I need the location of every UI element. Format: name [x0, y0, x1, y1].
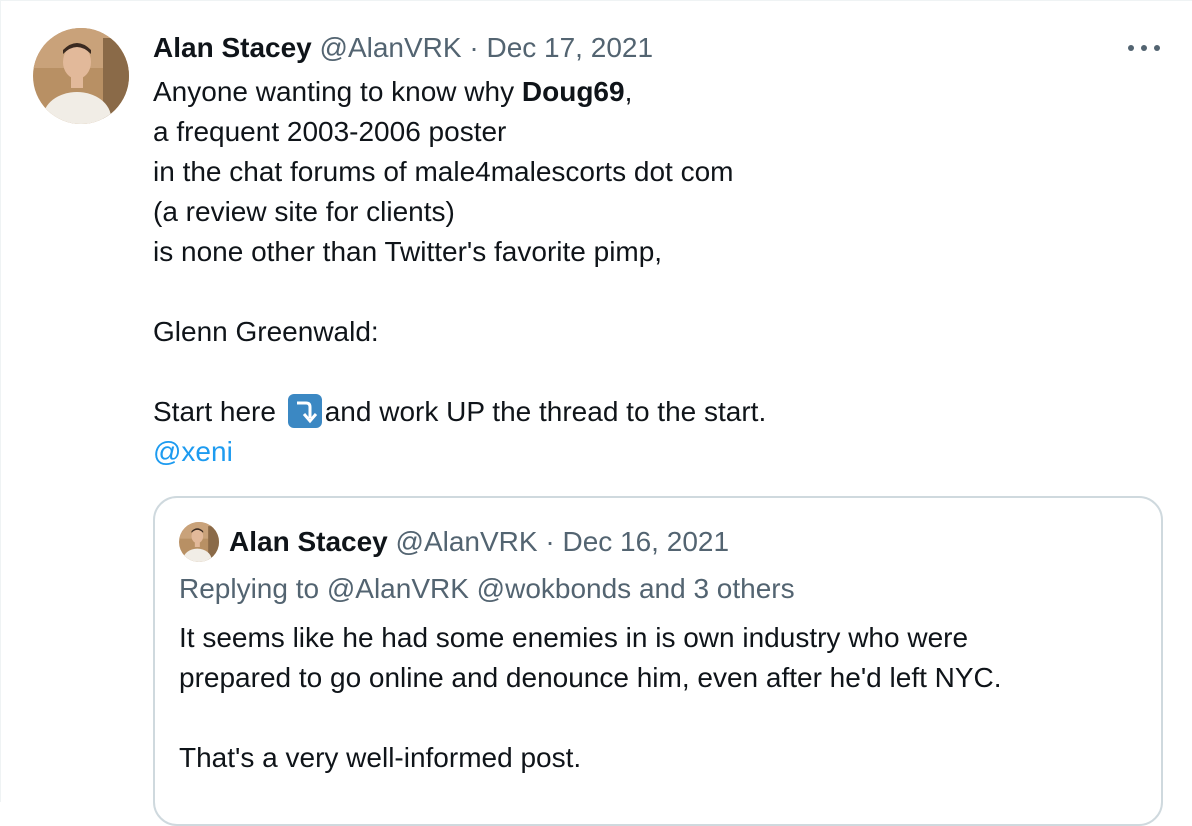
tweet-text-segment: Start here: [153, 396, 284, 427]
tweet-line: a frequent 2003-2006 poster: [153, 116, 507, 147]
tweet-header: Alan Stacey @AlanVRK · Dec 17, 2021: [153, 30, 653, 66]
tweet-line: Start here and work UP the thread to the…: [153, 392, 766, 432]
quoted-author-name: Alan Stacey: [229, 526, 388, 557]
quoted-text: It seems like he had some enemies in is …: [179, 618, 1002, 778]
replying-to: Replying to @AlanVRK @wokbonds and 3 oth…: [179, 573, 795, 604]
quoted-line: It seems like he had some enemies in is …: [179, 622, 969, 653]
quoted-line: prepared to go online and denounce him, …: [179, 662, 1002, 693]
tweet-line: in the chat forums of male4malescorts do…: [153, 156, 734, 187]
avatar[interactable]: [33, 28, 129, 124]
tweet-text-segment: and work UP the thread to the start.: [324, 396, 767, 427]
more-icon: [1128, 45, 1160, 51]
quoted-date: Dec 16, 2021: [562, 526, 730, 557]
tweet-date[interactable]: Dec 17, 2021: [486, 32, 653, 63]
header-separator: ·: [469, 32, 479, 63]
tweet-text-segment: Anyone wanting to know why: [153, 76, 522, 107]
mention-link[interactable]: @xeni: [153, 432, 766, 472]
quoted-tweet[interactable]: Alan Stacey @AlanVRK · Dec 16, 2021 Repl…: [153, 496, 1163, 826]
quoted-line: That's a very well-informed post.: [179, 742, 582, 773]
tweet-line: Glenn Greenwald:: [153, 316, 379, 347]
tweet-text: Anyone wanting to know why Doug69, a fre…: [153, 72, 766, 472]
tweet-line: Anyone wanting to know why Doug69,: [153, 72, 766, 112]
tweet-text-bold: Doug69: [521, 76, 625, 107]
quoted-header: Alan Stacey @AlanVRK · Dec 16, 2021: [229, 524, 729, 560]
frame-left-border: [0, 0, 1, 802]
tweet-text-segment: ,: [624, 76, 633, 107]
author-name[interactable]: Alan Stacey: [153, 32, 312, 63]
tweet-line: is none other than Twitter's favorite pi…: [153, 236, 663, 267]
tweet-line: (a review site for clients): [153, 196, 455, 227]
quoted-author-handle: @AlanVRK: [395, 526, 538, 557]
quoted-separator: ·: [545, 526, 555, 557]
author-handle[interactable]: @AlanVRK: [320, 32, 462, 63]
more-options-button[interactable]: [1124, 32, 1164, 64]
right-arrow-curving-down-icon: [287, 394, 322, 428]
quoted-avatar: [179, 522, 219, 562]
frame-top-border: [0, 0, 1192, 1]
